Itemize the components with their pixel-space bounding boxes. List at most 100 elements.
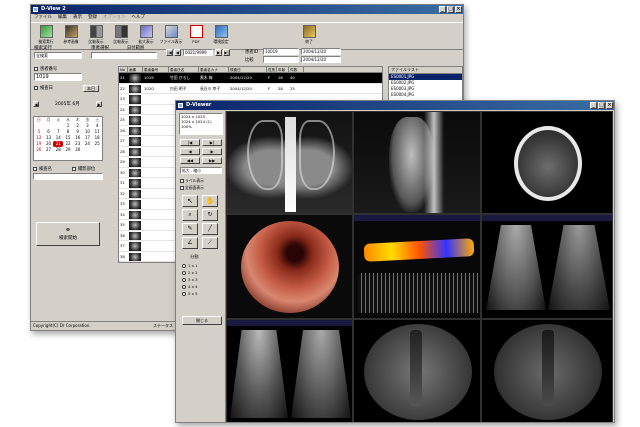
image-chest-xray-lateral[interactable] [353,111,481,214]
image-fluoroscopy-1[interactable] [353,319,481,422]
col-image[interactable]: 画像 [128,67,143,72]
exam-name-input[interactable] [33,173,103,180]
toolbar-compare2-button[interactable]: 比較表示 [110,25,132,47]
toolbar-zoom-button[interactable]: 拡大表示 [135,25,157,47]
calendar-prev-button[interactable]: ◀ [33,101,39,107]
col-sex[interactable]: 性別 [267,67,277,72]
image-endoscopy[interactable] [226,214,353,319]
rotate-tool-icon[interactable]: ↻ [202,209,218,221]
image-fluoroscopy-2[interactable] [481,319,613,422]
toolbar-search-button[interactable]: 検索実行 [35,25,57,47]
col-name[interactable]: 患者氏名 [169,67,199,72]
patient-no-checkbox[interactable]: 患者番号 [34,66,57,72]
viewer-minimize-button[interactable]: _ [590,102,597,109]
image-doppler-ultrasound[interactable] [353,214,481,319]
zoom-dropdown[interactable]: 拡大 - 縮小 [180,167,222,174]
layout-option[interactable]: 3 x 3 [182,276,222,283]
toolbar-settings-button[interactable]: 環境設定 [210,25,232,47]
pen-tool-icon[interactable]: ✎ [182,223,198,235]
row-thumbnail [128,168,143,177]
menu-view[interactable]: 表示 [73,14,82,22]
show-label-checkbox[interactable]: ラベル表示 [180,178,204,184]
patient-no-input[interactable]: 1019 [34,73,82,81]
patient-select-dropdown[interactable] [91,52,157,59]
table-row[interactable]: 22 1020 内田 明子 長谷川 幸子 2004/12/20 F 28 25 [119,84,382,94]
magnifier-tool-icon[interactable]: ⌕ [182,209,198,221]
calendar-day[interactable]: 27 [44,147,54,153]
calendar-day[interactable]: 28 [53,147,63,153]
pointer-tool-icon[interactable]: ↖ [182,195,198,207]
exam-name-checkbox[interactable]: 検査名 [33,166,52,172]
compare-field-1[interactable] [263,56,299,63]
nav-next-button[interactable]: ▶ [215,49,222,56]
image-chest-xray-pa[interactable] [226,111,353,214]
nav-prev-button[interactable]: ◀ [174,49,181,56]
settings-icon [214,25,228,38]
patient-id-field[interactable]: 10019 [263,48,299,55]
part-checkbox[interactable]: 撮影部位 [72,166,95,172]
pan-next-button[interactable]: ▶ [202,148,222,155]
menu-register[interactable]: 登録 [88,14,97,22]
calendar-day[interactable]: 30 [73,147,83,153]
image-head-ct[interactable] [481,111,613,214]
file-item[interactable]: ES0004.JPG [389,92,462,98]
layout-radio [182,270,186,275]
pan-back-button[interactable]: ◀◀ [180,157,200,164]
today-button[interactable]: 本日 [83,85,99,92]
layout-option-label: 1 x 1 [188,263,198,268]
table-row[interactable]: 21 1019 竹田 ひろし 黒木 梅 2004/12/20 F 16 40 [119,73,382,84]
toolbar-file-view-button[interactable]: ファイル表示 [160,25,182,47]
fullscreen-checkbox[interactable]: 全画面表示 [180,185,204,191]
cell-no: 22 [120,85,125,91]
status-copyright: Copyright(C) Dr Corporation. [33,323,91,328]
compare-field-2[interactable]: 2004/12/20 [301,56,341,63]
toolbar-pdf-button[interactable]: PDF [185,25,207,47]
minimize-button[interactable]: _ [439,6,446,13]
layout-option[interactable]: 2 x 2 [182,269,222,276]
viewer-title-bar[interactable]: D-Viewer _ □ × [176,101,614,110]
exam-date-field[interactable]: 2004/12/20 [301,48,341,55]
cell-no: 27 [120,138,125,143]
col-count[interactable]: 件数 [289,67,304,72]
ruler-tool-icon[interactable]: ⟋ [202,237,218,249]
pan-right-button[interactable]: ▶| [202,139,222,146]
viewer-close-button[interactable]: × [606,102,613,109]
exam-date-checkbox[interactable]: 検査日 [34,85,53,91]
pan-forward-button[interactable]: ▶▶ [202,157,222,164]
line-tool-icon[interactable]: ╱ [202,223,218,235]
col-no[interactable]: No [119,67,128,72]
col-age[interactable]: 年齢 [277,67,289,72]
image-abdominal-ultrasound-2[interactable] [226,319,353,422]
col-kana[interactable]: 患者名カナ [199,67,229,72]
close-button[interactable]: × [455,6,462,13]
layout-option[interactable]: 5 x 5 [182,290,222,297]
col-patient-id[interactable]: 患者番号 [143,67,169,72]
maximize-button[interactable]: □ [447,6,454,13]
main-title-bar[interactable]: D-View 2 _ □ × [31,5,463,14]
calendar-day[interactable]: 26 [34,147,44,153]
menu-file[interactable]: ファイル [34,14,52,22]
menu-option[interactable]: オプション [103,14,126,22]
hand-tool-icon[interactable]: ✋ [202,195,218,207]
toolbar-reference-button[interactable]: 参考画像 [60,25,82,47]
nav-last-button[interactable]: ▶| [223,49,230,56]
search-scope-dropdown[interactable]: 全検索 [34,52,82,59]
calendar-next-button[interactable]: ▶ [96,101,102,107]
layout-option[interactable]: 1 x 1 [182,262,222,269]
toolbar-compare-button[interactable]: 比較表示 [85,25,107,47]
calendar-day[interactable]: 29 [63,147,73,153]
angle-tool-icon[interactable]: ∠ [182,237,198,249]
menu-help[interactable]: ヘルプ [132,14,146,22]
nav-first-button[interactable]: |◀ [166,49,173,56]
layout-option[interactable]: 4 x 4 [182,283,222,290]
image-abdominal-ultrasound-1[interactable] [481,214,613,319]
pan-prev-button[interactable]: ◀ [180,148,200,155]
viewer-close-panel-button[interactable]: 閉じる [182,316,222,325]
viewer-maximize-button[interactable]: □ [598,102,605,109]
menu-edit[interactable]: 編集 [58,14,67,22]
toolbar-exit-button[interactable]: 終了 [298,25,320,47]
row-thumbnail [128,147,143,156]
search-start-button[interactable]: ⚭ 検索開始 [36,222,100,246]
pan-left-button[interactable]: |◀ [180,139,200,146]
col-date[interactable]: 検査日 [229,67,267,72]
